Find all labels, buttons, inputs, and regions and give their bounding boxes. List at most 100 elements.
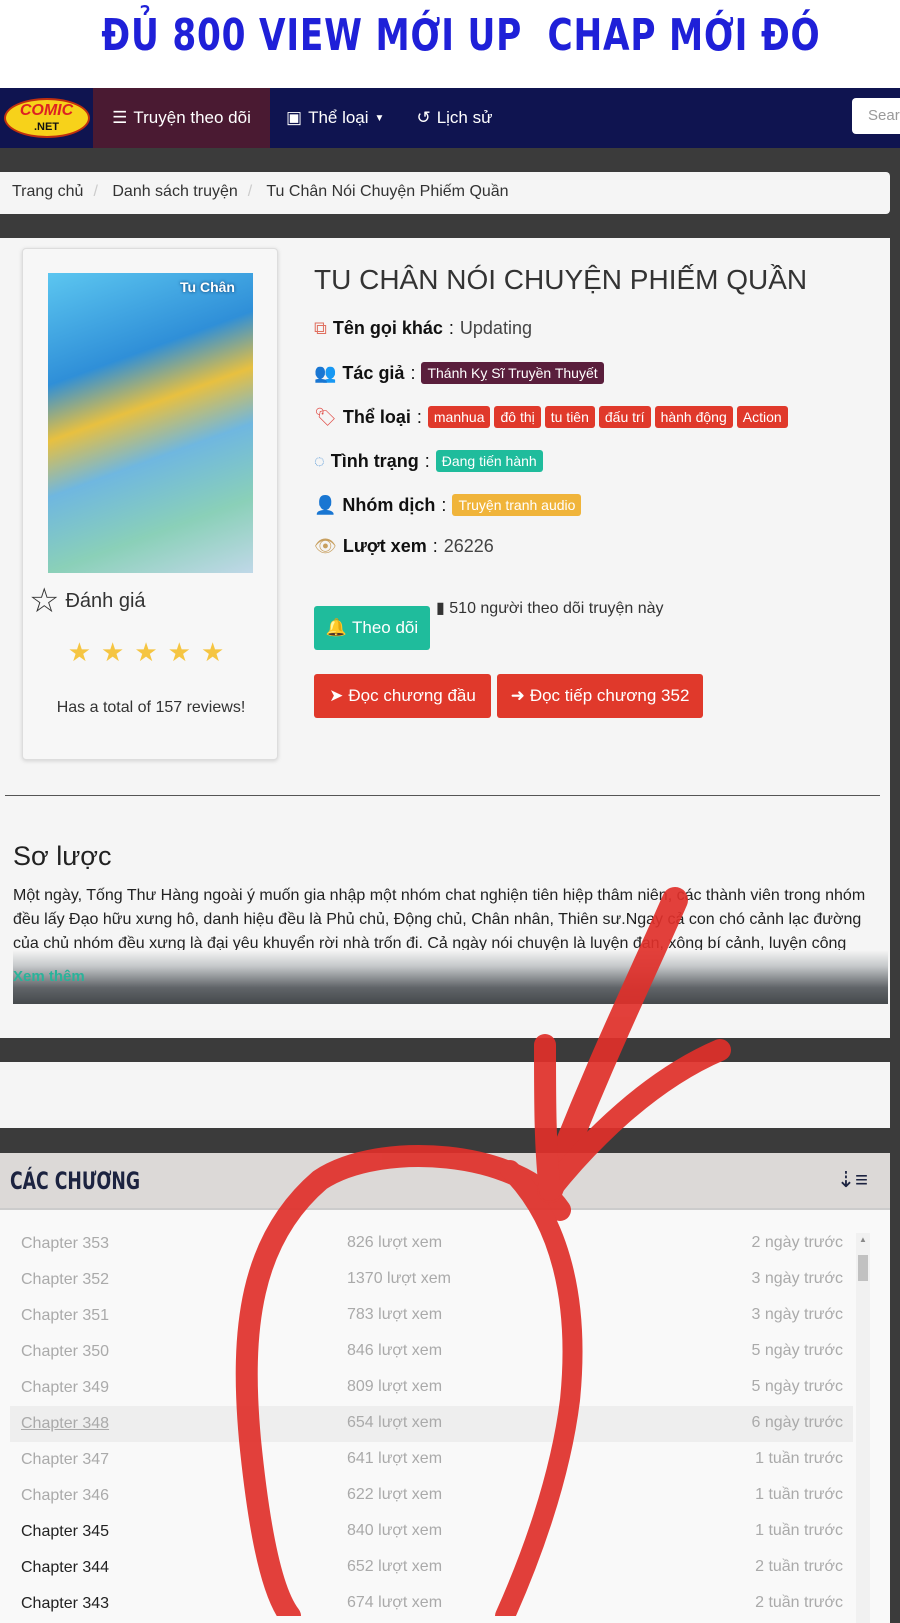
history-icon: ↺	[416, 108, 431, 127]
chapter-time: 2 tuần trước	[755, 1558, 843, 1575]
book-icon: ▣	[286, 108, 303, 127]
chapter-time: 1 tuần trước	[755, 1522, 843, 1539]
chapter-views: 652 lượt xem	[347, 1558, 443, 1575]
status-badge: Đang tiến hành	[435, 450, 543, 472]
breadcrumb-home[interactable]: Trang chủ	[12, 183, 83, 200]
paper-plane-icon: ➤	[329, 686, 344, 705]
sort-icon[interactable]: ⇣≡	[837, 1167, 868, 1193]
chapter-link[interactable]: Chapter 344	[21, 1559, 109, 1577]
rating-stars[interactable]: ★★★★★	[23, 637, 279, 668]
chapter-row[interactable]: Chapter 346 622 lượt xem 1 tuần trước	[10, 1478, 853, 1514]
copy-icon: ⧉	[314, 318, 327, 338]
group-badge[interactable]: Truyện tranh audio	[452, 494, 582, 516]
breadcrumb: Trang chủ / Danh sách truyện / Tu Chân Nói…	[0, 172, 890, 214]
cover-image[interactable]: Tu Chân	[48, 273, 253, 573]
breadcrumb-current[interactable]: Tu Chân Nói Chuyện Phiếm Quần	[266, 183, 508, 200]
genre-badge[interactable]: hành động	[654, 406, 733, 428]
status-row: ◌ Tình trạng: Đang tiến hành	[314, 450, 547, 472]
star-half-icon: ☆	[29, 582, 60, 620]
read-first-button[interactable]: ➤ Đọc chương đầu	[314, 674, 491, 718]
arrow-right-icon: ➜	[510, 686, 525, 705]
genre-badge[interactable]: Action	[736, 406, 788, 428]
chapter-time: 3 ngày trước	[751, 1306, 843, 1323]
cover-card: Tu Chân ☆ Đánh giá ★★★★★ Has a total of 1…	[22, 248, 278, 760]
chapter-link[interactable]: Chapter 349	[21, 1379, 109, 1397]
users-icon: 👥	[314, 362, 337, 383]
site-logo[interactable]: COMIC .NET	[0, 88, 93, 148]
chapters-heading: CÁC CHƯƠNG	[10, 1167, 141, 1195]
chapter-views: 641 lượt xem	[347, 1450, 443, 1467]
chapter-link[interactable]: Chapter 343	[21, 1595, 109, 1613]
chapter-time: 6 ngày trước	[751, 1414, 843, 1431]
scroll-up-icon: ▲	[859, 1235, 867, 1244]
list-icon: ☰	[112, 108, 128, 127]
chapter-views: 846 lượt xem	[347, 1342, 443, 1359]
chapter-row[interactable]: Chapter 352 1370 lượt xem 3 ngày trước	[10, 1262, 853, 1298]
chapter-row[interactable]: Chapter 349 809 lượt xem 5 ngày trước	[10, 1370, 853, 1406]
scrollbar[interactable]: ▲	[856, 1233, 870, 1623]
chapter-row[interactable]: Chapter 350 846 lượt xem 5 ngày trước	[10, 1334, 853, 1370]
summary-heading: Sơ lược	[13, 841, 112, 871]
group-row: 👤 Nhóm dịch: Truyện tranh audio	[314, 494, 585, 516]
tag-icon: 🏷	[314, 406, 337, 427]
chapter-time: 5 ngày trước	[751, 1342, 843, 1359]
divider	[5, 795, 880, 796]
spinner-icon: ◌	[314, 450, 325, 471]
chapter-row[interactable]: Chapter 351 783 lượt xem 3 ngày trước	[10, 1298, 853, 1334]
chapter-link[interactable]: Chapter 347	[21, 1451, 109, 1469]
nav-history[interactable]: ↺ Lịch sử	[400, 88, 508, 148]
chapter-link[interactable]: Chapter 352	[21, 1271, 109, 1289]
genre-badge[interactable]: đô thị	[494, 406, 541, 428]
caret-down-icon: ▼	[374, 112, 385, 124]
bell-icon: 🔔	[325, 618, 347, 637]
chapter-views: 622 lượt xem	[347, 1486, 443, 1503]
genre-badge[interactable]: manhua	[427, 406, 491, 428]
chapter-link[interactable]: Chapter 351	[21, 1307, 109, 1325]
follow-button[interactable]: 🔔 Theo dõi	[314, 606, 430, 650]
chapter-link[interactable]: Chapter 348	[21, 1415, 109, 1433]
chapter-views: 809 lượt xem	[347, 1378, 443, 1395]
read-next-button[interactable]: ➜ Đọc tiếp chương 352	[497, 674, 703, 718]
followers-count: ▮ 510 người theo dõi truyện này	[436, 600, 664, 617]
chapter-time: 2 tuần trước	[755, 1594, 843, 1611]
reviews-count: Has a total of 157 reviews!	[56, 699, 246, 716]
chapter-views: 654 lượt xem	[347, 1414, 443, 1431]
navbar: COMIC .NET ☰ Truyện theo dõi ▣ Thể loại ▼ ↺ L…	[0, 88, 900, 148]
chapter-link[interactable]: Chapter 345	[21, 1523, 109, 1541]
comic-detail: Tu Chân ☆ Đánh giá ★★★★★ Has a total of 1…	[0, 238, 890, 1038]
chapter-time: 5 ngày trước	[751, 1378, 843, 1395]
chapter-views: 826 lượt xem	[347, 1234, 443, 1251]
views-row: 👁 Lượt xem:26226	[314, 536, 494, 556]
nav-followed[interactable]: ☰ Truyện theo dõi	[93, 88, 270, 148]
eye-icon: 👁	[314, 536, 337, 556]
genre-badge[interactable]: tu tiên	[544, 406, 595, 428]
rating-label: ☆ Đánh giá	[29, 582, 146, 620]
other-name-row: ⧉ Tên gọi khác: Updating	[314, 318, 532, 338]
chapter-row[interactable]: Chapter 345 840 lượt xem 1 tuần trước	[10, 1514, 853, 1550]
chapter-row[interactable]: Chapter 348 654 lượt xem 6 ngày trước	[10, 1406, 853, 1442]
chapter-row[interactable]: Chapter 347 641 lượt xem 1 tuần trước	[10, 1442, 853, 1478]
chapter-link[interactable]: Chapter 346	[21, 1487, 109, 1505]
user-plus-icon: 👤	[314, 494, 337, 515]
bookmark-icon: ▮	[436, 600, 445, 617]
chapter-link[interactable]: Chapter 350	[21, 1343, 109, 1361]
search-input[interactable]: Search	[852, 98, 900, 134]
chapter-time: 3 ngày trước	[751, 1270, 843, 1287]
author-row: 👥 Tác giả: Thánh Kỵ Sĩ Truyền Thuyết	[314, 362, 608, 384]
chapter-link[interactable]: Chapter 353	[21, 1235, 109, 1253]
chapter-row[interactable]: Chapter 343 674 lượt xem 2 tuần trước	[10, 1586, 853, 1622]
chapter-row[interactable]: Chapter 353 826 lượt xem 2 ngày trước	[10, 1226, 853, 1262]
chapter-views: 783 lượt xem	[347, 1306, 443, 1323]
summary-fade	[13, 950, 888, 1004]
chapter-time: 1 tuần trước	[755, 1450, 843, 1467]
comic-title: TU CHÂN NÓI CHUYỆN PHIẾM QUẦN	[314, 264, 808, 295]
chapter-time: 2 ngày trước	[751, 1234, 843, 1251]
chapter-time: 1 tuần trước	[755, 1486, 843, 1503]
chapter-views: 1370 lượt xem	[347, 1270, 451, 1287]
breadcrumb-list[interactable]: Danh sách truyện	[112, 183, 237, 200]
genre-badge[interactable]: đấu trí	[598, 406, 651, 428]
chapter-row[interactable]: Chapter 344 652 lượt xem 2 tuần trước	[10, 1550, 853, 1586]
author-badge[interactable]: Thánh Kỵ Sĩ Truyền Thuyết	[421, 362, 604, 384]
read-more-link[interactable]: Xem thêm	[13, 968, 85, 985]
nav-genres[interactable]: ▣ Thể loại ▼	[270, 88, 400, 148]
